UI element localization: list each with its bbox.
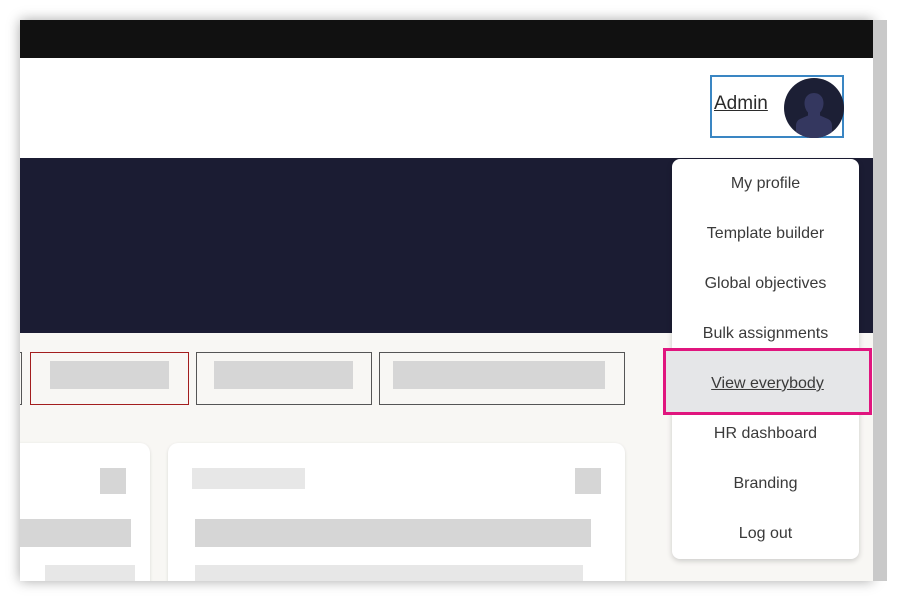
tab-label-placeholder [393,361,605,389]
tab-2[interactable] [196,352,372,405]
card-line-placeholder [195,565,583,581]
card-line-placeholder [20,519,131,547]
user-dropdown-menu: My profile Template builder Global objec… [663,159,872,559]
scrollbar[interactable] [873,20,887,581]
person-silhouette-icon [796,93,832,138]
card-line-placeholder [195,519,591,547]
menu-item-global-objectives[interactable]: Global objectives [672,259,859,309]
menu-item-log-out[interactable]: Log out [672,509,859,559]
header: Admin [20,58,873,158]
menu-item-view-everybody[interactable]: View everybody [663,348,872,415]
top-bar [20,20,873,58]
tab-partial[interactable] [20,352,22,405]
user-name-link[interactable]: Admin [714,93,768,115]
avatar[interactable] [784,78,844,138]
card-icon-placeholder [100,468,126,494]
menu-item-hr-dashboard[interactable]: HR dashboard [672,409,859,459]
card-title-placeholder [192,468,305,489]
user-menu-button[interactable]: Admin [710,75,844,138]
menu-item-branding[interactable]: Branding [672,459,859,509]
card-icon-placeholder [575,468,601,494]
menu-item-template-builder[interactable]: Template builder [672,209,859,259]
card-line-placeholder [45,565,135,581]
tab-label-placeholder [50,361,169,389]
app-window: Admin My profile Template builder Global… [20,20,873,581]
tab-3[interactable] [379,352,625,405]
card-left [20,443,150,581]
card-right [168,443,625,581]
menu-item-my-profile[interactable]: My profile [672,159,859,209]
tab-active[interactable] [30,352,189,405]
tab-label-placeholder [214,361,353,389]
